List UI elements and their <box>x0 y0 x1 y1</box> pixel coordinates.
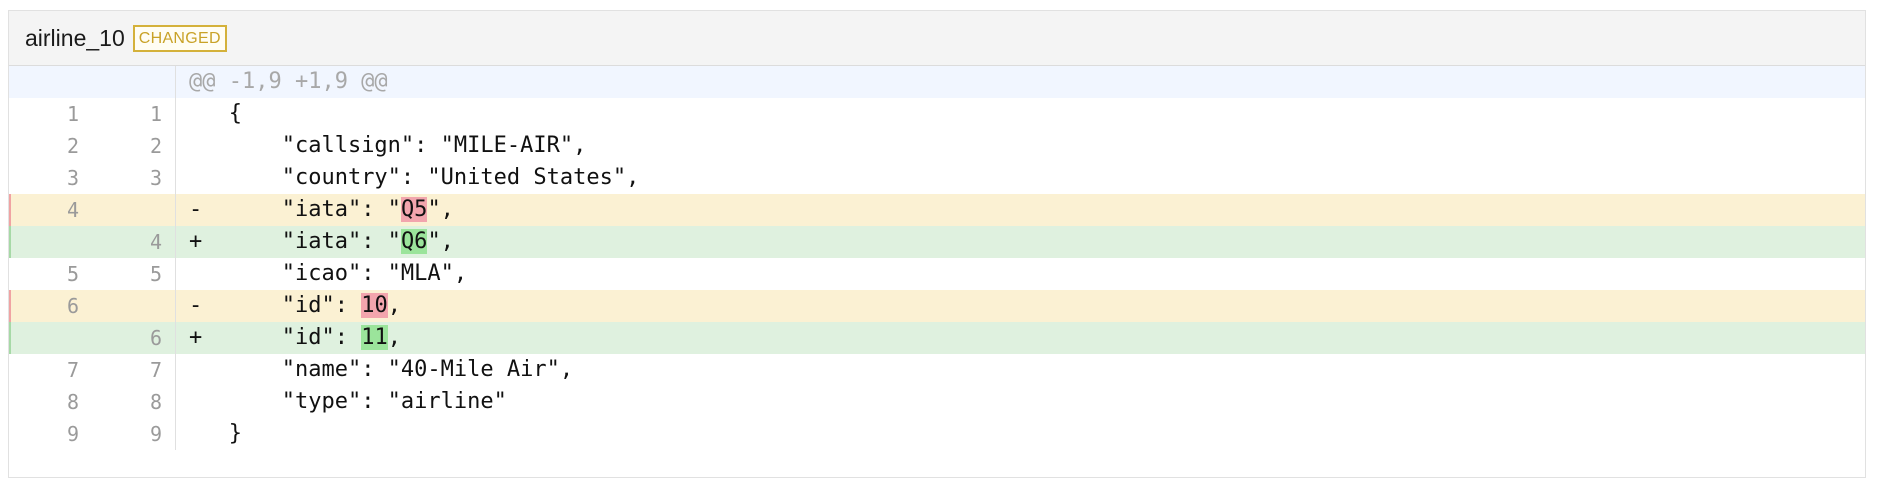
diff-marker <box>189 357 202 382</box>
code-text: "iata": " <box>202 197 401 222</box>
diff-row-added: 6 + "id": 11, <box>9 322 1865 354</box>
diff-marker <box>189 421 202 446</box>
diff-marker <box>189 101 202 126</box>
diff-row-context: 7 7 "name": "40-Mile Air", <box>9 354 1865 386</box>
code-line: "callsign": "MILE-AIR", <box>189 130 587 162</box>
code-line: } <box>189 418 242 450</box>
code-line: - "id": 10, <box>189 290 401 322</box>
diff-marker <box>189 133 202 158</box>
gutter-separator <box>175 290 176 322</box>
diff-row-context: 2 2 "callsign": "MILE-AIR", <box>9 130 1865 162</box>
diff-row-context: 3 3 "country": "United States", <box>9 162 1865 194</box>
diff-marker: + <box>189 325 203 350</box>
code-text: } <box>202 421 242 446</box>
hunk-header-row: @@ -1,9 +1,9 @@ <box>9 66 1865 98</box>
gutter-separator <box>175 98 176 130</box>
diff-row-removed: 4 - "iata": "Q5", <box>9 194 1865 226</box>
new-line-number: 4 <box>149 230 162 254</box>
diff-marker: - <box>189 197 203 222</box>
code-text: , <box>387 293 401 318</box>
code-text: "id": <box>202 325 362 350</box>
old-line-number <box>9 226 79 258</box>
code-line: - "iata": "Q5", <box>189 194 454 226</box>
gutter-separator <box>175 418 176 450</box>
old-line-number: 6 <box>66 294 79 318</box>
new-line-number <box>84 290 162 322</box>
hunk-header: @@ -1,9 +1,9 @@ <box>189 69 388 94</box>
new-line-number: 9 <box>149 422 162 446</box>
gutter-separator <box>175 226 176 258</box>
code-text: "country": "United States", <box>202 165 640 190</box>
code-line: "country": "United States", <box>189 162 640 194</box>
diff-file-panel: airline_10 CHANGED @@ -1,9 +1,9 @@ 11 {2… <box>8 10 1866 478</box>
old-line-number: 3 <box>66 166 79 190</box>
new-line-number: 5 <box>149 262 162 286</box>
removed-token-highlight: 10 <box>361 293 388 318</box>
diff-file-header: airline_10 CHANGED <box>9 11 1865 66</box>
diff-table: @@ -1,9 +1,9 @@ 11 {2 2 "callsign": "MILE… <box>9 66 1865 450</box>
code-text: ", <box>427 229 454 254</box>
removed-token-highlight: Q5 <box>400 197 428 222</box>
old-line-number: 5 <box>66 262 79 286</box>
new-line-number: 8 <box>149 390 162 414</box>
code-text: "icao": "MLA", <box>202 261 468 286</box>
code-text: "iata": " <box>202 229 401 254</box>
new-line-number: 2 <box>149 134 162 158</box>
code-line: { <box>189 98 242 130</box>
diff-row-context: 5 5 "icao": "MLA", <box>9 258 1865 290</box>
code-text: , <box>387 325 401 350</box>
new-line-number: 7 <box>149 358 162 382</box>
diff-marker <box>189 261 202 286</box>
status-badge: CHANGED <box>132 24 227 52</box>
gutter-separator <box>175 322 176 354</box>
diff-row-added: 4 + "iata": "Q6", <box>9 226 1865 258</box>
old-line-number: 7 <box>66 358 79 382</box>
code-line: "name": "40-Mile Air", <box>189 354 573 386</box>
old-line-number: 4 <box>66 198 79 222</box>
gutter-separator <box>175 386 176 418</box>
diff-marker: - <box>189 293 203 318</box>
added-token-highlight: 11 <box>361 325 388 350</box>
diff-row-context: 8 8 "type": "airline" <box>9 386 1865 418</box>
old-line-number: 8 <box>66 390 79 414</box>
diff-marker: + <box>189 229 203 254</box>
file-title: airline_10 <box>25 24 125 51</box>
code-text: "callsign": "MILE-AIR", <box>202 133 587 158</box>
code-line: "icao": "MLA", <box>189 258 467 290</box>
code-line: "type": "airline" <box>189 386 507 418</box>
code-text: "name": "40-Mile Air", <box>202 357 574 382</box>
code-text: ", <box>427 197 454 222</box>
old-line-number <box>9 322 79 354</box>
diff-marker <box>189 165 202 190</box>
diff-row-context: 9 9 } <box>9 418 1865 450</box>
code-line: + "id": 11, <box>189 322 401 354</box>
gutter-separator <box>175 354 176 386</box>
code-text: "type": "airline" <box>202 389 507 414</box>
code-text: { <box>202 101 242 126</box>
diff-marker <box>189 389 202 414</box>
diff-row-removed: 6 - "id": 10, <box>9 290 1865 322</box>
gutter-separator <box>175 258 176 290</box>
old-line-number: 9 <box>66 422 79 446</box>
gutter-separator <box>175 194 176 226</box>
new-line-number <box>84 194 162 226</box>
code-text: "id": <box>202 293 362 318</box>
old-line-number: 2 <box>66 134 79 158</box>
added-token-highlight: Q6 <box>400 229 428 254</box>
diff-row-context: 1 1 { <box>9 98 1865 130</box>
new-line-number: 1 <box>149 102 162 126</box>
code-line: + "iata": "Q6", <box>189 226 454 258</box>
new-line-number: 3 <box>149 166 162 190</box>
new-line-number: 6 <box>149 326 162 350</box>
gutter-separator <box>175 162 176 194</box>
gutter-separator <box>175 130 176 162</box>
gutter-separator <box>175 66 176 98</box>
old-line-number: 1 <box>66 102 79 126</box>
